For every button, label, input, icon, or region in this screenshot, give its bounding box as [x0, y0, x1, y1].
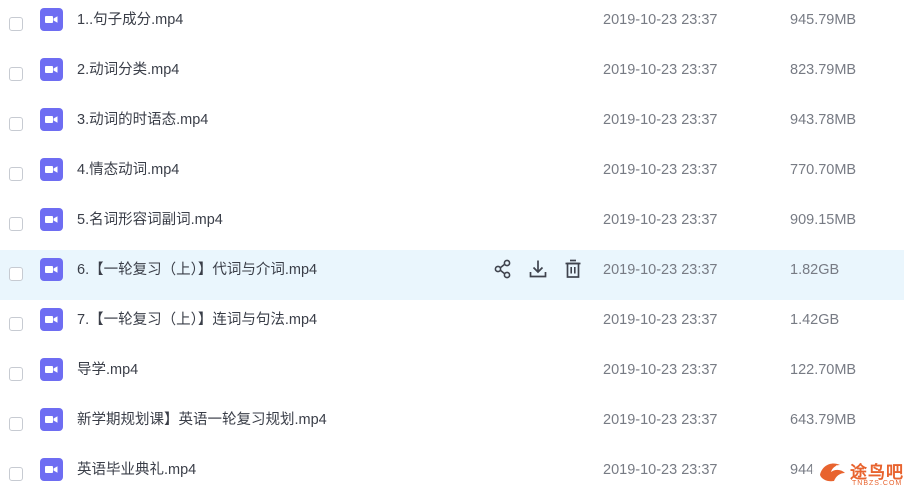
- file-modified-date: 2019-10-23 23:37: [603, 212, 718, 228]
- file-size: 122.70MB: [790, 362, 857, 378]
- row-checkbox[interactable]: [9, 317, 23, 331]
- file-modified-date: 2019-10-23 23:37: [603, 162, 718, 178]
- file-size: 945.79MB: [790, 12, 857, 28]
- row-checkbox[interactable]: [9, 17, 23, 31]
- video-file-icon: [40, 158, 63, 181]
- video-file-icon: [40, 308, 63, 331]
- video-file-icon: [40, 358, 63, 381]
- file-name[interactable]: 4.情态动词.mp4: [77, 150, 179, 200]
- file-name[interactable]: 3.动词的时语态.mp4: [77, 100, 208, 150]
- file-size: 909.15MB: [790, 212, 857, 228]
- file-name[interactable]: 7.【一轮复习（上）】连词与句法.mp4: [77, 300, 317, 350]
- bird-logo-icon: [820, 463, 845, 482]
- file-modified-date: 2019-10-23 23:37: [603, 262, 718, 278]
- file-row[interactable]: 4.情态动词.mp4 2019-10-23 23:37 770.70MB: [0, 150, 904, 200]
- file-modified-date: 2019-10-23 23:37: [603, 112, 718, 128]
- file-row[interactable]: 导学.mp4 2019-10-23 23:37 122.70MB: [0, 350, 904, 400]
- video-file-icon: [40, 458, 63, 481]
- file-size: 823.79MB: [790, 62, 857, 78]
- row-checkbox[interactable]: [9, 117, 23, 131]
- row-checkbox[interactable]: [9, 267, 23, 281]
- file-size: 643.79MB: [790, 412, 857, 428]
- row-checkbox[interactable]: [9, 167, 23, 181]
- file-modified-date: 2019-10-23 23:37: [603, 12, 718, 28]
- file-row-hovered[interactable]: 6.【一轮复习（上）】代词与介词.mp4 2019-10-23 23:37 1.…: [0, 250, 904, 300]
- file-modified-date: 2019-10-23 23:37: [603, 312, 718, 328]
- video-file-icon: [40, 408, 63, 431]
- file-modified-date: 2019-10-23 23:37: [603, 362, 718, 378]
- file-name[interactable]: 5.名词形容词副词.mp4: [77, 200, 223, 250]
- watermark-subtext: TNBZS.COM: [852, 480, 903, 487]
- file-row[interactable]: 新学期规划课】英语一轮复习规划.mp4 2019-10-23 23:37 643…: [0, 400, 904, 450]
- file-name[interactable]: 6.【一轮复习（上）】代词与介词.mp4: [77, 250, 317, 300]
- file-size: 770.70MB: [790, 162, 857, 178]
- download-icon[interactable]: [528, 258, 548, 280]
- file-row[interactable]: 1..句子成分.mp4 2019-10-23 23:37 945.79MB: [0, 0, 904, 50]
- video-file-icon: [40, 8, 63, 31]
- file-name[interactable]: 新学期规划课】英语一轮复习规划.mp4: [77, 400, 327, 450]
- file-name[interactable]: 1..句子成分.mp4: [77, 0, 183, 50]
- video-file-icon: [40, 258, 63, 281]
- file-modified-date: 2019-10-23 23:37: [603, 412, 718, 428]
- delete-icon[interactable]: [563, 258, 583, 280]
- file-name[interactable]: 2.动词分类.mp4: [77, 50, 179, 100]
- file-row[interactable]: 3.动词的时语态.mp4 2019-10-23 23:37 943.78MB: [0, 100, 904, 150]
- file-size: 1.82GB: [790, 262, 840, 278]
- file-list: 1..句子成分.mp4 2019-10-23 23:37 945.79MB 2.…: [0, 0, 904, 500]
- row-checkbox[interactable]: [9, 467, 23, 481]
- file-row[interactable]: 7.【一轮复习（上）】连词与句法.mp4 2019-10-23 23:37 1.…: [0, 300, 904, 350]
- file-modified-date: 2019-10-23 23:37: [603, 62, 718, 78]
- video-file-icon: [40, 58, 63, 81]
- row-checkbox[interactable]: [9, 367, 23, 381]
- row-checkbox[interactable]: [9, 217, 23, 231]
- file-size: 943.78MB: [790, 112, 857, 128]
- file-name[interactable]: 导学.mp4: [77, 350, 138, 400]
- scrollbar-track: [904, 0, 918, 493]
- watermark-logo: 途鸟吧 TNBZS.COM: [812, 451, 916, 493]
- file-row[interactable]: 2.动词分类.mp4 2019-10-23 23:37 823.79MB: [0, 50, 904, 100]
- share-icon[interactable]: [493, 258, 513, 280]
- video-file-icon: [40, 108, 63, 131]
- row-checkbox[interactable]: [9, 417, 23, 431]
- row-checkbox[interactable]: [9, 67, 23, 81]
- file-row[interactable]: 5.名词形容词副词.mp4 2019-10-23 23:37 909.15MB: [0, 200, 904, 250]
- file-size: 1.42GB: [790, 312, 840, 328]
- video-file-icon: [40, 208, 63, 231]
